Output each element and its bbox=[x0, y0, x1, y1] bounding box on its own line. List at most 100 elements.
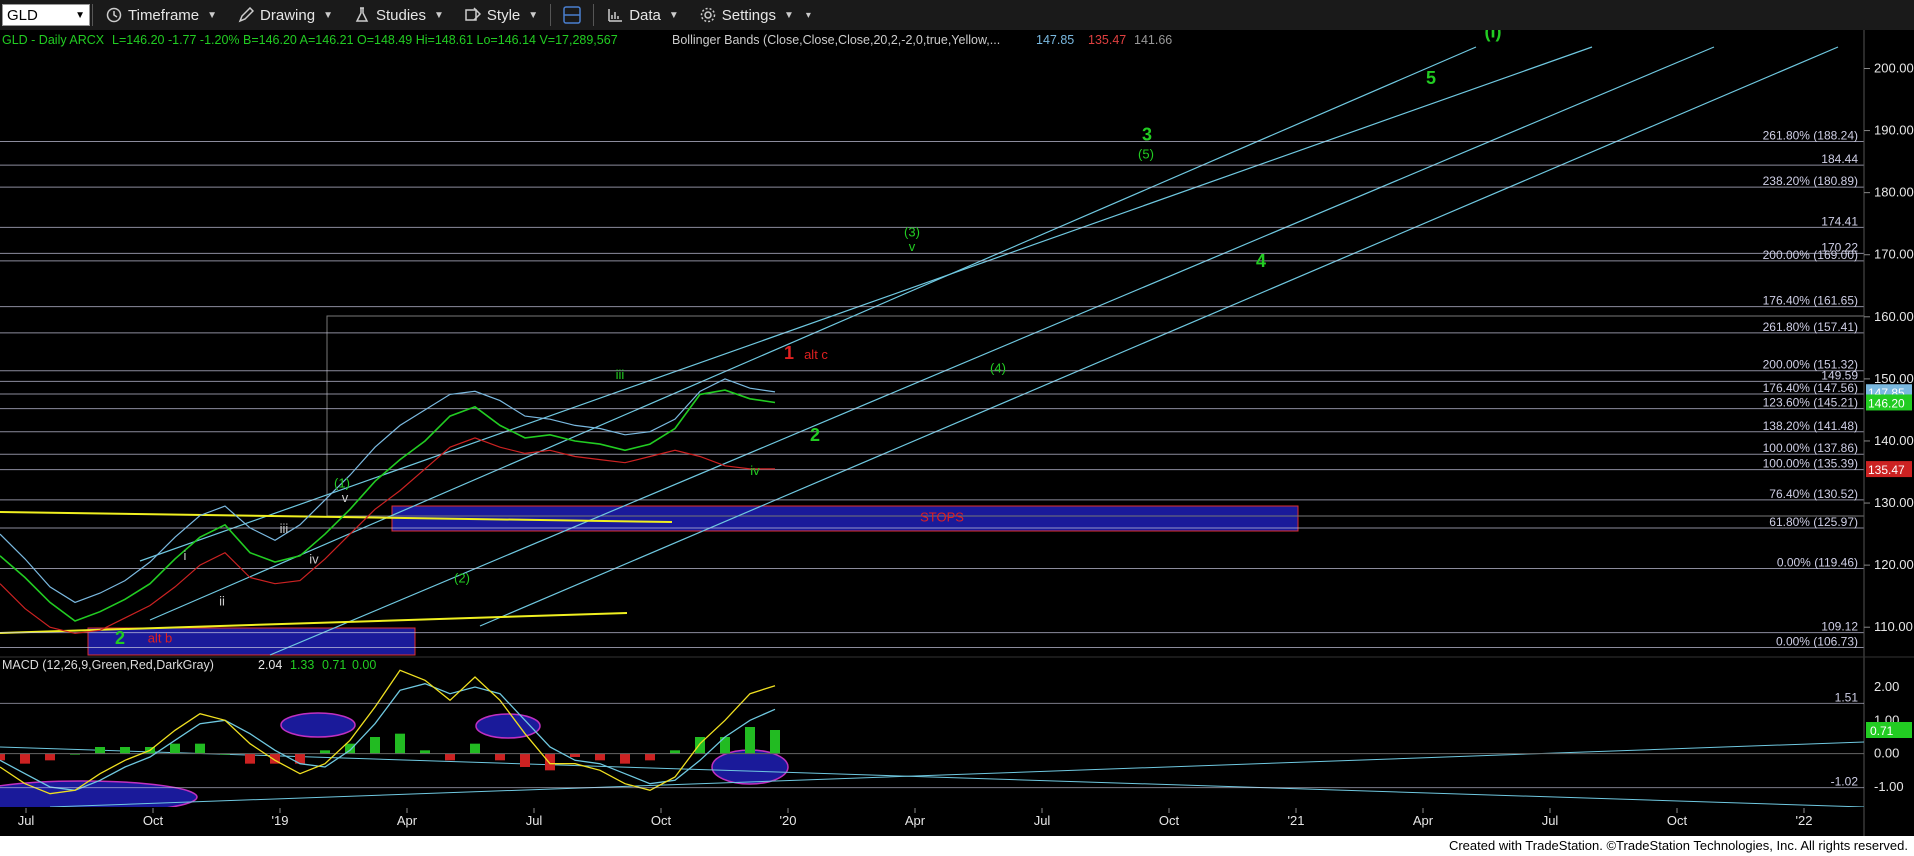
settings-button[interactable]: Settings ▼ bbox=[689, 0, 804, 30]
macd-histogram-bar bbox=[620, 753, 630, 764]
price-tick-label: 170.00 bbox=[1874, 247, 1914, 262]
wave-label: iv bbox=[309, 551, 319, 566]
wave-label: 3 bbox=[1142, 125, 1152, 145]
macd-histogram-bar bbox=[395, 733, 405, 754]
wave-label: (3) bbox=[904, 225, 920, 240]
symbol-input[interactable]: GLD ▼ bbox=[2, 4, 90, 26]
macd-histogram-bar bbox=[495, 753, 505, 761]
timeframe-button[interactable]: Timeframe ▼ bbox=[95, 0, 227, 30]
macd-tick-label: 2.00 bbox=[1874, 679, 1899, 694]
style-icon bbox=[464, 6, 482, 24]
footer-credit: Created with TradeStation. ©TradeStation… bbox=[1448, 838, 1908, 853]
wave-label: STOPS bbox=[920, 510, 964, 525]
macd-histogram-bar bbox=[595, 753, 605, 761]
macd-signal-value: 1.33 bbox=[290, 658, 314, 672]
macd-value-tag-label: 0.71 bbox=[1870, 724, 1894, 738]
macd-histogram-bar bbox=[45, 753, 55, 761]
clock-icon bbox=[105, 6, 123, 24]
x-tick-label: '20 bbox=[780, 813, 797, 828]
chart-area[interactable]: 110.00120.00130.00140.00150.00160.00170.… bbox=[0, 30, 1914, 836]
macd-histogram-bar bbox=[420, 750, 430, 754]
timeframe-label: Timeframe bbox=[128, 6, 200, 24]
wave-label: 5 bbox=[1426, 68, 1436, 88]
fib-level-label: 100.00% (137.86) bbox=[1763, 441, 1858, 455]
caret-down-icon: ▼ bbox=[668, 9, 679, 21]
data-button[interactable]: Data ▼ bbox=[596, 0, 689, 30]
macd-histogram-bar bbox=[320, 750, 330, 754]
macd-histogram-bar bbox=[545, 753, 555, 771]
chevron-down-icon[interactable]: ▼ bbox=[75, 10, 85, 21]
studies-label: Studies bbox=[375, 6, 427, 24]
style-label: Style bbox=[486, 6, 521, 24]
fib-level-label: 261.80% (188.24) bbox=[1763, 128, 1858, 142]
fib-level-label: 138.20% (141.48) bbox=[1763, 419, 1858, 433]
macd-histogram-bar bbox=[370, 737, 380, 754]
x-tick-label: '21 bbox=[1288, 813, 1305, 828]
fib-level-label: 238.20% (180.89) bbox=[1763, 174, 1858, 188]
x-tick-label: Oct bbox=[651, 813, 672, 828]
fib-level-label: 200.00% (169.00) bbox=[1763, 248, 1858, 262]
drawing-label: Drawing bbox=[260, 6, 316, 24]
bb-upper-value: 147.85 bbox=[1036, 33, 1074, 47]
studies-button[interactable]: Studies ▼ bbox=[343, 0, 454, 30]
support-zone bbox=[87, 627, 416, 656]
fib-level-label: 123.60% (145.21) bbox=[1763, 396, 1858, 410]
flask-icon bbox=[353, 6, 371, 24]
macd-histogram-bar bbox=[95, 747, 105, 754]
layout-button[interactable] bbox=[553, 0, 591, 30]
macd-histogram-bar bbox=[120, 747, 130, 754]
macd-ellipse bbox=[711, 749, 789, 785]
macd-histogram-bar bbox=[170, 743, 180, 754]
price-tick-label: 180.00 bbox=[1874, 185, 1914, 200]
macd-ellipse bbox=[280, 712, 356, 738]
price-tag-label: 135.47 bbox=[1868, 463, 1905, 477]
fib-level-label: 176.40% (147.56) bbox=[1763, 381, 1858, 395]
fib-level-label: 109.12 bbox=[1821, 620, 1858, 634]
settings-label: Settings bbox=[721, 6, 776, 24]
wave-label: iii bbox=[280, 521, 289, 536]
caret-down-icon: ▼ bbox=[783, 9, 794, 21]
fib-level-label: 0.00% (106.73) bbox=[1776, 635, 1858, 649]
price-tick-label: 190.00 bbox=[1874, 123, 1914, 138]
symbol-info: GLD - Daily ARCX bbox=[2, 33, 105, 47]
x-tick-label: Oct bbox=[143, 813, 164, 828]
toolbar-divider bbox=[92, 4, 93, 26]
fib-level-label: 0.00% (119.46) bbox=[1777, 555, 1858, 569]
x-tick-label: '19 bbox=[272, 813, 289, 828]
price-tick-label: 110.00 bbox=[1874, 619, 1913, 634]
macd-histogram-bar bbox=[520, 753, 530, 767]
chart-background bbox=[0, 30, 1914, 836]
fib-level-label: 176.40% (161.65) bbox=[1763, 294, 1858, 308]
wave-label: (4) bbox=[990, 361, 1006, 376]
wave-label: iii bbox=[616, 367, 625, 382]
toolbar: GLD ▼ Timeframe ▼ Drawing ▼ Studies ▼ St… bbox=[0, 0, 1914, 31]
fib-level-label: 261.80% (157.41) bbox=[1763, 320, 1858, 334]
macd-tick-label: 0.00 bbox=[1874, 746, 1899, 761]
macd-histogram-bar bbox=[770, 730, 780, 754]
macd-histogram-bar bbox=[195, 743, 205, 754]
macd-tick-label: -1.00 bbox=[1874, 779, 1904, 794]
pencil-icon bbox=[237, 6, 255, 24]
macd-zero-value: 0.00 bbox=[352, 658, 376, 672]
fib-level-label: 174.41 bbox=[1821, 214, 1858, 228]
overflow-caret-icon[interactable]: ▾ bbox=[806, 10, 811, 21]
wave-label: v bbox=[342, 490, 349, 505]
wave-label: 1 bbox=[784, 343, 794, 363]
price-tick-label: 120.00 bbox=[1874, 557, 1914, 572]
macd-histogram-bar bbox=[670, 750, 680, 754]
drawing-button[interactable]: Drawing ▼ bbox=[227, 0, 343, 30]
bb-mid-value: 141.66 bbox=[1134, 33, 1172, 47]
macd-histogram-bar bbox=[0, 753, 5, 761]
price-tick-label: 130.00 bbox=[1874, 495, 1914, 510]
caret-down-icon: ▼ bbox=[207, 9, 218, 21]
macd-level-label: 1.51 bbox=[1835, 690, 1859, 704]
wave-label: v bbox=[909, 239, 916, 254]
macd-histogram-bar bbox=[445, 753, 455, 761]
macd-level-label: -1.02 bbox=[1831, 775, 1859, 789]
x-tick-label: Apr bbox=[1413, 813, 1434, 828]
price-tag-label: 146.20 bbox=[1868, 396, 1905, 410]
x-tick-label: Jul bbox=[526, 813, 543, 828]
style-button[interactable]: Style ▼ bbox=[454, 0, 548, 30]
macd-histogram-bar bbox=[645, 753, 655, 761]
wave-label: 2 bbox=[810, 425, 820, 445]
